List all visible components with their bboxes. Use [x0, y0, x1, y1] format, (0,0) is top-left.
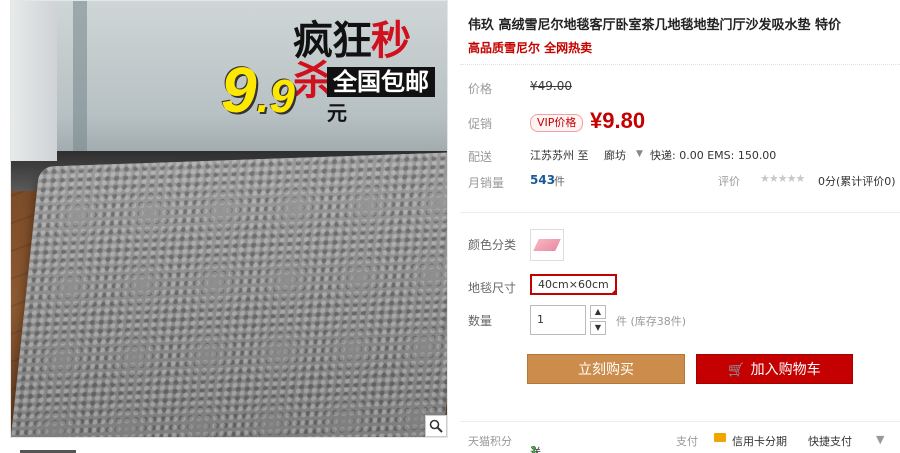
sku-selector: 颜色分类 地毯尺寸 40cm×60cm 数量 1 ▲ ▼ 件 (库存38件) 立… [460, 212, 900, 392]
product-info-panel: 伟玖 高绒雪尼尔地毯客厅卧室茶几地毯地垫门厅沙发吸水垫 特价 高品质雪尼尔 全网… [460, 0, 900, 453]
size-option-selected[interactable]: 40cm×60cm [530, 274, 617, 295]
credit-installment-link[interactable]: 信用卡分期 [732, 433, 787, 449]
buy-now-button[interactable]: 立刻购买 [527, 354, 685, 384]
monthly-sales-unit: 件 [554, 175, 565, 188]
delivery-label: 配送 [468, 150, 493, 164]
vip-price: ¥9.80 [590, 108, 646, 133]
magnifier-icon [429, 419, 443, 433]
quantity-input[interactable]: 1 [530, 305, 586, 335]
original-price: ¥49.00 [530, 79, 572, 93]
points-number: 1 [530, 444, 538, 453]
vip-price-tag: VIP价格 [530, 114, 584, 132]
points-label: 天猫积分 [468, 435, 512, 448]
ship-from: 江苏苏州 至 [530, 149, 589, 162]
zoom-button[interactable] [425, 415, 447, 437]
stock-info: 件 (库存38件) [616, 315, 687, 328]
quick-pay-link[interactable]: 快捷支付 [808, 433, 852, 449]
promo-shipping-badge: 全国包邮 [327, 67, 435, 97]
ship-destination-select[interactable]: 廊坊 [604, 147, 626, 163]
product-subtitle: 高品质雪尼尔 全网热卖 [468, 41, 593, 55]
add-to-cart-button[interactable]: 🛒 加入购物车 [696, 354, 853, 384]
product-title: 伟玖 高绒雪尼尔地毯客厅卧室茶几地毯地垫门厅沙发吸水垫 特价 [468, 18, 842, 33]
size-option-label: 40cm×60cm [538, 278, 609, 291]
rating-summary-link[interactable]: 0分(累计评价0) [818, 173, 896, 189]
size-label: 地毯尺寸 [468, 281, 517, 295]
rating-label: 评价 [718, 175, 740, 188]
color-label: 颜色分类 [468, 238, 517, 252]
quantity-decrease-button[interactable]: ▼ [590, 321, 606, 335]
monthly-sales-count: 543 [530, 173, 556, 187]
color-swatch-chip [533, 239, 561, 251]
cart-icon: 🛒 [728, 363, 745, 378]
add-to-cart-label: 加入购物车 [750, 362, 821, 378]
price-meta-block: 价格 ¥49.00 促销 VIP价格 ¥9.80 配送 江苏苏州 至 廊坊 ▼ … [460, 64, 900, 212]
credit-card-icon [714, 433, 726, 442]
monthly-sales-label: 月销量 [468, 176, 505, 190]
chevron-down-icon[interactable]: ▼ [636, 149, 643, 159]
promo-unit: 元 [327, 101, 347, 125]
service-footer: 天猫积分 送1 支付 信用卡分期 快捷支付 ▼ [460, 421, 900, 453]
chevron-down-icon[interactable]: ▼ [876, 433, 884, 446]
quantity-increase-button[interactable]: ▲ [590, 305, 606, 319]
price-label: 价格 [468, 82, 493, 96]
product-mat-photo [11, 151, 447, 437]
promotion-label: 促销 [468, 117, 493, 131]
rating-stars-icon: ★★★★★ [760, 172, 805, 185]
curtain [11, 1, 57, 161]
pay-label: 支付 [676, 435, 698, 448]
promo-price-dec: .9 [256, 70, 295, 122]
promo-price-int: 9 [221, 54, 257, 126]
shipping-fee: 快递: 0.00 EMS: 150.00 [650, 149, 777, 162]
product-main-image[interactable]: 疯狂秒杀 9.9 全国包邮 元 [10, 0, 448, 438]
quantity-label: 数量 [468, 314, 493, 328]
color-option[interactable] [530, 229, 564, 261]
promo-price: 9.9 [221, 53, 295, 127]
selected-check-icon [609, 288, 617, 295]
